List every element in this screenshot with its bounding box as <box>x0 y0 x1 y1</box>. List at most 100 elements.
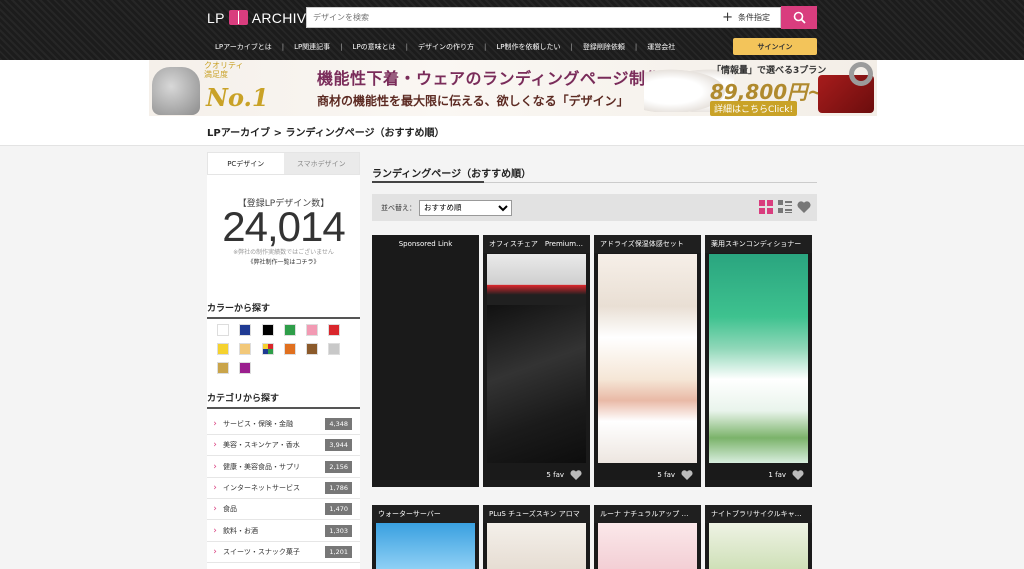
category-count: 1,470 <box>325 503 352 516</box>
category-name: 飲料・お酒 <box>223 526 258 535</box>
category-item[interactable]: › 食品 1,470 <box>207 499 360 521</box>
chevron-right-icon: › <box>213 504 217 515</box>
fav-count: 5 fav <box>657 471 675 479</box>
list-view-icon[interactable] <box>778 200 792 214</box>
color-swatch[interactable] <box>217 324 229 336</box>
category-count: 4,348 <box>325 418 352 430</box>
color-swatch[interactable] <box>262 324 274 336</box>
ad-banner[interactable]: クオリティ 満足度 No.1 機能性下着・ウェアのランディングページ制作 商材の… <box>149 60 877 116</box>
lp-thumbnail <box>709 523 808 569</box>
category-item[interactable]: › スイーツ・スナック菓子 1,201 <box>207 542 360 563</box>
lp-card[interactable]: アドライズ保湿体感セット 5 fav <box>594 235 701 487</box>
nav-about[interactable]: LPアーカイブとは <box>205 42 282 52</box>
banner-subline: 商材の機能性を最大限に伝える、欲しくなる「デザイン」 <box>317 94 629 108</box>
fav-count: 5 fav <box>546 471 564 479</box>
lp-thumbnail <box>598 523 697 569</box>
color-swatch[interactable] <box>284 324 296 336</box>
nav-articles[interactable]: LP関連記事 <box>284 42 340 52</box>
signin-button[interactable]: サインイン <box>733 38 817 55</box>
color-swatch[interactable] <box>328 324 340 336</box>
banner-price-label: 「情報量」で選べる3プラン <box>712 66 827 76</box>
category-count: 2,156 <box>325 460 352 473</box>
nav-delete-request[interactable]: 登録削除依頼 <box>573 42 635 52</box>
title-underline-accent <box>372 181 484 183</box>
color-swatch[interactable] <box>284 343 296 355</box>
lp-card[interactable]: 薬用スキンコンディショナー 1 fav <box>705 235 812 487</box>
lp-thumbnail <box>487 305 586 463</box>
card-body <box>372 253 479 463</box>
banner-cta: 詳細はこちらClick! <box>710 101 798 116</box>
category-item[interactable]: › 飲料・お酒 1,303 <box>207 521 360 542</box>
card-title: Sponsored Link <box>372 235 479 253</box>
color-swatch[interactable] <box>239 362 251 374</box>
search-input[interactable] <box>307 8 723 27</box>
card-title: アドライズ保湿体感セット <box>594 235 701 253</box>
banner-badge: クオリティ 満足度 <box>204 61 244 79</box>
sort-label: 並べ替え： <box>381 203 416 212</box>
color-swatch[interactable] <box>328 343 340 355</box>
chevron-right-icon: › <box>213 525 217 536</box>
search-button[interactable] <box>781 6 817 29</box>
heart-icon[interactable] <box>681 470 693 480</box>
page-title: ランディングページ（おすすめ順） <box>372 169 532 180</box>
category-name: 食品 <box>223 505 237 514</box>
category-count: 1,786 <box>325 481 352 494</box>
lp-card[interactable]: オフィスチェア Premium Mesh 5 fav <box>483 235 590 487</box>
sponsored-card[interactable]: Sponsored Link <box>372 235 479 487</box>
category-item[interactable]: › サービス・保険・金融 4,348 <box>207 414 360 435</box>
nav-howto[interactable]: デザインの作り方 <box>408 42 484 52</box>
count-note: ※弊社の制作実績数ではございません <box>233 249 334 256</box>
lp-thumbnail <box>376 523 475 569</box>
tab-smartphone-design[interactable]: スマホデザイン <box>283 153 359 174</box>
lp-card[interactable]: ナイトブラリサイクルキャンペーン <box>705 505 812 569</box>
color-swatch[interactable] <box>239 324 251 336</box>
heart-icon[interactable] <box>570 470 582 480</box>
category-item[interactable]: › 健康・美容食品・サプリ 2,156 <box>207 457 360 478</box>
nav-company[interactable]: 運営会社 <box>637 42 685 52</box>
card-title: ルーナ ナチュラルアップ クリーム <box>594 505 701 523</box>
color-swatch[interactable] <box>306 324 318 336</box>
color-swatch[interactable] <box>262 343 274 355</box>
book-icon <box>228 10 248 25</box>
card-title: PLuS チューズスキン アロマ <box>483 505 590 523</box>
color-swatch[interactable] <box>239 343 251 355</box>
condition-button[interactable]: + 条件指定 <box>722 11 780 24</box>
works-link[interactable]: 《弊社制作一覧はコチラ》 <box>207 257 360 266</box>
chevron-right-icon: › <box>213 482 217 493</box>
lp-thumbnail <box>709 254 808 463</box>
color-swatch[interactable] <box>217 362 229 374</box>
category-item[interactable]: › 美容・スキンケア・香水 3,944 <box>207 435 360 457</box>
category-count: 3,944 <box>325 439 352 452</box>
site-logo[interactable]: LP ARCHIVE <box>207 9 316 26</box>
nav-meaning[interactable]: LPの意味とは <box>343 42 406 52</box>
category-name: スイーツ・スナック菓子 <box>223 547 300 556</box>
grid-view-icon[interactable] <box>759 200 773 214</box>
sort-select[interactable]: おすすめ順 <box>419 199 512 216</box>
color-swatch[interactable] <box>217 343 229 355</box>
category-count: 1,303 <box>325 524 352 537</box>
color-swatch[interactable] <box>306 343 318 355</box>
chevron-right-icon: › <box>213 419 217 429</box>
lp-card[interactable]: ウォーターサーバー <box>372 505 479 569</box>
lp-thumbnail <box>598 254 697 463</box>
lp-card[interactable]: PLuS チューズスキン アロマ <box>483 505 590 569</box>
badge-no1: No.1 <box>206 83 269 112</box>
tab-pc-design[interactable]: PCデザイン <box>208 153 284 174</box>
category-name: サービス・保険・金融 <box>223 420 293 428</box>
fav-count: 1 fav <box>768 471 786 479</box>
category-item[interactable]: › インターネットサービス 1,786 <box>207 478 360 499</box>
nav-request[interactable]: LP制作を依頼したい <box>486 42 570 52</box>
card-title: ウォーターサーバー <box>372 505 479 523</box>
lp-card[interactable]: ルーナ ナチュラルアップ クリーム <box>594 505 701 569</box>
favorites-heart-icon[interactable] <box>797 200 811 214</box>
search-icon <box>793 11 806 24</box>
breadcrumb[interactable]: LPアーカイブ > ランディングページ（おすすめ順） <box>207 124 445 139</box>
category-section-title: カテゴリから探す <box>207 391 360 409</box>
device-tabs: PCデザイン スマホデザイン <box>207 152 360 175</box>
gloves-image <box>152 67 200 115</box>
heart-icon[interactable] <box>792 470 804 480</box>
badge-line2: 満足度 <box>204 70 228 79</box>
sort-bar: 並べ替え： おすすめ順 <box>372 194 817 221</box>
color-section-title: カラーから探す <box>207 301 360 319</box>
logo-text-left: LP <box>207 9 225 26</box>
